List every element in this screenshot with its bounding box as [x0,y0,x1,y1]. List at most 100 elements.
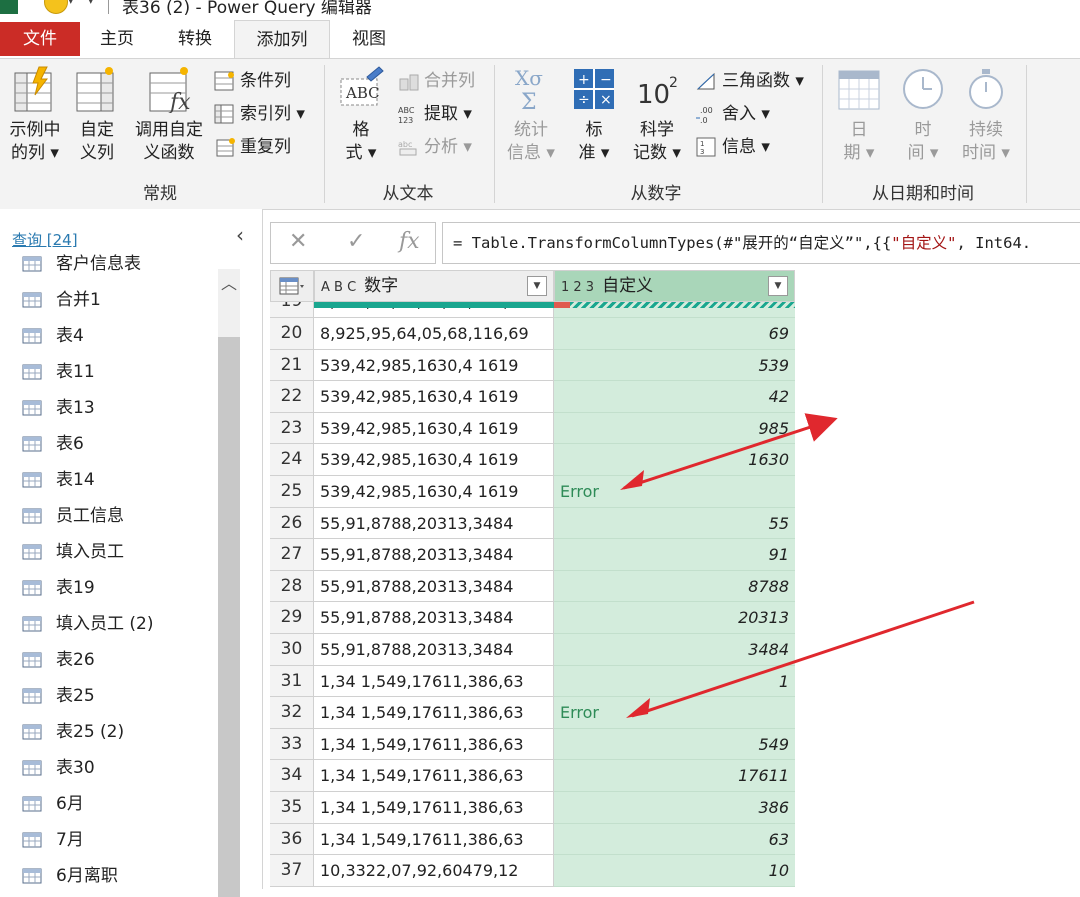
cell-value[interactable]: 549 [554,728,795,761]
cell-text[interactable]: 55,91,8788,20313,3484 [314,570,554,603]
cell-text[interactable]: 1,34 1,549,17611,386,63 [314,760,554,792]
query-item[interactable]: 合并1 [22,285,101,315]
collapse-pane-icon[interactable]: ‹ [236,223,244,247]
tab-home[interactable]: 主页 [86,20,148,56]
cell-value[interactable]: 17611 [554,760,795,792]
query-item[interactable]: 表30 [22,753,95,783]
cell-text[interactable]: 1,34 1,549,17611,386,63 [314,697,554,729]
query-item[interactable]: 表11 [22,357,95,387]
cell-text[interactable]: 539,42,985,1630,4 1619 [314,444,554,476]
parse-button[interactable]: abc 分析 ▾ [398,133,472,161]
extract-button[interactable]: ABC 123 提取 ▾ [398,100,472,128]
query-item[interactable]: 表25 (2) [22,717,124,747]
information-button[interactable]: 1 3 信息 ▾ [696,133,770,161]
query-item[interactable]: 表6 [22,429,84,459]
table-options-button[interactable] [270,270,314,302]
cell-text[interactable]: 55,91,8788,20313,3484 [314,602,554,634]
scroll-thumb[interactable] [218,337,240,897]
table-row[interactable]: 21 539,42,985,1630,4 1619 539 [270,349,796,382]
table-row[interactable]: 30 55,91,8788,20313,3484 3484 [270,634,796,666]
cell-text[interactable]: 1,34 1,549,17611,386,63 [314,665,554,698]
duplicate-column-button[interactable]: 重复列 [214,133,291,161]
trigonometry-button[interactable]: 三角函数 ▾ [696,67,804,95]
conditional-column-button[interactable]: 条件列 [214,67,291,95]
date-button[interactable]: 日 期 ▾ [832,65,886,165]
table-row[interactable]: 31 1,34 1,549,17611,386,63 1 [270,665,796,698]
table-row[interactable]: 35 1,34 1,549,17611,386,63 386 [270,792,796,824]
cell-value[interactable]: 3484 [554,634,795,666]
table-row[interactable]: 23 539,42,985,1630,4 1619 985 [270,412,796,445]
cancel-formula-icon[interactable]: ✕ [289,229,307,254]
formula-input[interactable]: = Table.TransformColumnTypes(#"展开的“自定义”"… [442,222,1080,264]
query-item[interactable]: 填入员工 (2) [22,609,153,639]
index-column-button[interactable]: 索引列 ▾ [214,100,305,128]
cell-value[interactable]: 91 [554,539,795,571]
cell-value[interactable]: 1630 [554,444,795,476]
table-row[interactable]: 28 55,91,8788,20313,3484 8788 [270,570,796,603]
format-button[interactable]: ABC 格 式 ▾ [336,65,386,165]
tab-file[interactable]: 文件 [0,22,80,56]
cell-error[interactable]: Error [554,476,795,508]
query-item[interactable]: 客户信息表 [22,249,141,279]
column-from-examples-button[interactable]: 示例中 的列 ▾ [4,65,66,165]
rounding-button[interactable]: .00.0 舍入 ▾ [696,100,770,128]
fx-icon[interactable]: fx [399,229,420,254]
table-row[interactable]: 36 1,34 1,549,17611,386,63 63 [270,823,796,856]
confirm-formula-icon[interactable]: ✓ [347,229,365,254]
cell-text[interactable]: 1,34 1,549,17611,386,63 [314,823,554,856]
cell-text[interactable]: 539,42,985,1630,4 1619 [314,476,554,508]
scroll-up-icon[interactable]: ︿ [218,269,240,299]
cell-text[interactable]: 1,34 1,549,17611,386,63 [314,728,554,761]
quick-access-dropdown[interactable]: ▾ [68,0,74,7]
query-item[interactable]: 表13 [22,393,95,423]
tab-add-column[interactable]: 添加列 [234,20,330,59]
column-header-number-text[interactable]: A B C 数字 ▼ [314,270,554,302]
cell-value[interactable]: 1 [554,665,795,698]
table-row[interactable]: 25 539,42,985,1630,4 1619 Error [270,476,796,508]
table-row[interactable]: 20 8,925,95,64,05,68,116,69 69 [270,318,796,350]
table-row[interactable]: 22 539,42,985,1630,4 1619 42 [270,381,796,413]
column-filter-dropdown-icon[interactable]: ▼ [527,276,547,296]
query-item[interactable]: 表19 [22,573,95,603]
query-item[interactable]: 员工信息 [22,501,124,531]
text-type-icon[interactable]: A B C [321,273,356,303]
column-header-custom[interactable]: 1 2 3 自定义 ▼ [554,270,795,302]
query-item[interactable]: 6月 [22,789,84,819]
invoke-custom-function-button[interactable]: fx 调用自定 义函数 [130,65,208,165]
cell-value[interactable]: 539 [554,349,795,382]
query-list-scrollbar[interactable]: ︿ [218,269,240,897]
time-button[interactable]: 时 间 ▾ [896,65,950,165]
cell-text[interactable]: 1,34 1,549,17611,386,63 [314,792,554,824]
query-item[interactable]: 表4 [22,321,84,351]
cell-text[interactable]: 55,91,8788,20313,3484 [314,539,554,571]
cell-value[interactable]: 386 [554,792,795,824]
cell-value[interactable]: 69 [554,318,795,350]
query-item[interactable]: 表14 [22,465,95,495]
cell-text[interactable]: 55,91,8788,20313,3484 [314,507,554,540]
cell-text[interactable]: 10,3322,07,92,60479,12 [314,855,554,887]
query-item[interactable]: 表25 [22,681,95,711]
cell-value[interactable]: 20313 [554,602,795,634]
table-row[interactable]: 32 1,34 1,549,17611,386,63 Error [270,697,796,729]
merge-columns-button[interactable]: 合并列 [398,67,475,95]
cell-value[interactable]: 55 [554,507,795,540]
cell-value[interactable]: 63 [554,823,795,856]
duration-button[interactable]: 持续 时间 ▾ [958,65,1014,165]
query-item[interactable]: 6月离职 [22,861,118,889]
standard-button[interactable]: + − ÷ × 标 准 ▾ [568,65,620,165]
table-row[interactable]: 24 539,42,985,1630,4 1619 1630 [270,444,796,476]
cell-error[interactable]: Error [554,697,795,729]
table-row[interactable]: 29 55,91,8788,20313,3484 20313 [270,602,796,634]
query-item[interactable]: 7月 [22,825,84,855]
cell-text[interactable]: 55,91,8788,20313,3484 [314,634,554,666]
scientific-button[interactable]: 10 2 科学 记数 ▾ [630,65,684,165]
tab-transform[interactable]: 转换 [164,20,226,56]
cell-text[interactable]: 539,42,985,1630,4 1619 [314,349,554,382]
table-row[interactable]: 33 1,34 1,549,17611,386,63 549 [270,728,796,761]
statistics-button[interactable]: Xσ Σ 统计 信息 ▾ [504,65,558,165]
custom-column-button[interactable]: 自定 义列 [74,65,120,165]
cell-value[interactable]: 10 [554,855,795,887]
queries-header[interactable]: 查询 [24] [12,229,78,250]
cell-value[interactable]: 8788 [554,570,795,603]
cell-text[interactable]: 539,42,985,1630,4 1619 [314,412,554,445]
